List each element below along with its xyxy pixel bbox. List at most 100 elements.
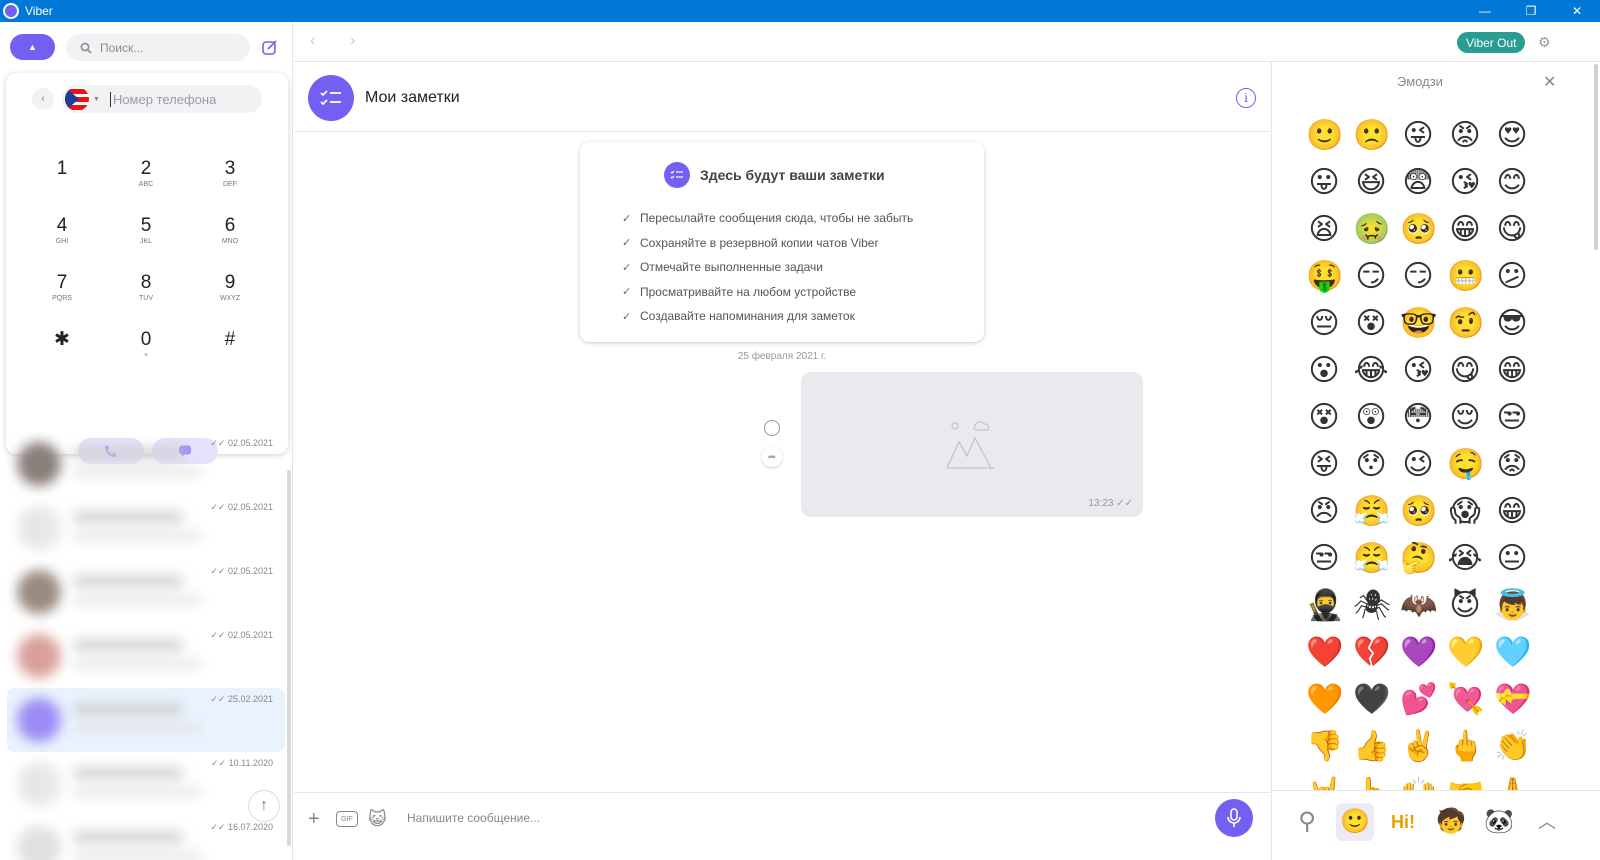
message-select-checkbox[interactable] xyxy=(764,420,780,436)
emoji-item[interactable]: 😬 xyxy=(1447,259,1484,295)
emoji-item[interactable]: 😏 xyxy=(1400,259,1436,295)
dial-key[interactable]: 7 PQRS xyxy=(20,272,104,322)
emoji-item[interactable]: 😏 xyxy=(1353,259,1389,295)
emoji-item[interactable]: 😌 xyxy=(1447,400,1483,436)
emoji-item[interactable]: 🙌 xyxy=(1400,776,1437,790)
emoji-item[interactable]: 👎 xyxy=(1306,729,1343,765)
emoji-item[interactable]: 😤 xyxy=(1353,494,1390,530)
emoji-item[interactable]: 🤔 xyxy=(1400,541,1437,577)
emoji-item[interactable]: 😘 xyxy=(1447,165,1483,201)
emoji-item[interactable]: 😮 xyxy=(1306,353,1342,389)
search-icon[interactable]: ⚲ xyxy=(1288,803,1326,841)
emoji-item[interactable]: 😨 xyxy=(1400,165,1436,201)
emoji-item[interactable]: 🥺 xyxy=(1400,212,1437,248)
emoji-item[interactable]: 😯 xyxy=(1353,447,1389,483)
emoji-item[interactable]: 😤 xyxy=(1353,541,1390,577)
emoji-item[interactable]: 💘 xyxy=(1447,682,1484,718)
compose-icon[interactable] xyxy=(260,38,280,58)
emoji-item[interactable]: 🤝 xyxy=(1447,776,1484,790)
chat-list-item[interactable]: ✓✓ 02.05.2021 xyxy=(7,496,285,560)
panda-sticker-tab[interactable]: 🐼 xyxy=(1480,803,1518,841)
emoji-item[interactable]: 😲 xyxy=(1353,400,1389,436)
emoji-item[interactable]: 🙁 xyxy=(1353,118,1390,154)
chat-list-item[interactable]: ✓✓ 02.05.2021 xyxy=(7,432,285,496)
emoji-item[interactable]: 😡 xyxy=(1447,118,1483,154)
emoji-item[interactable]: 😘 xyxy=(1400,353,1436,389)
dial-key[interactable]: 0 + xyxy=(104,329,188,379)
chat-list-item[interactable]: ✓✓ 02.05.2021 xyxy=(7,560,285,624)
emoji-item[interactable]: 🤤 xyxy=(1447,447,1484,483)
emoji-item[interactable]: ❤️ xyxy=(1306,635,1343,671)
more-button[interactable]: ▲ xyxy=(10,34,55,60)
emoji-item[interactable]: ✌️ xyxy=(1400,729,1437,765)
nav-back-icon[interactable]: ‹ xyxy=(310,32,315,50)
chat-list-item[interactable]: ✓✓ 10.11.2020 xyxy=(7,752,285,816)
search-input[interactable]: Поиск... xyxy=(66,34,250,61)
close-button[interactable]: ✕ xyxy=(1554,0,1600,22)
emoji-item[interactable]: 🕷 xyxy=(1353,588,1391,624)
emoji-item[interactable]: 🦇 xyxy=(1400,588,1437,624)
emoji-item[interactable]: 👏 xyxy=(1494,729,1531,765)
kid-sticker-tab[interactable]: 🧒 xyxy=(1432,803,1470,841)
emoji-item[interactable]: 😭 xyxy=(1447,541,1483,577)
chat-list-item[interactable]: ✓✓ 25.02.2021 xyxy=(7,688,285,752)
info-icon[interactable]: i xyxy=(1236,88,1256,108)
emoji-item[interactable]: 👆 xyxy=(1353,776,1390,790)
emoji-item[interactable]: 🤑 xyxy=(1306,259,1343,295)
dial-key[interactable]: 5 JKL xyxy=(104,215,188,265)
emoji-item[interactable]: 😜 xyxy=(1400,118,1436,154)
plus-icon[interactable]: + xyxy=(308,808,320,831)
sticker-icon[interactable]: 😺 xyxy=(368,809,387,830)
chat-list-scrollbar[interactable] xyxy=(287,470,291,846)
message-input[interactable]: Напишите сообщение... xyxy=(407,811,540,825)
emoji-item[interactable]: 🖕 xyxy=(1447,729,1484,765)
emoji-item[interactable]: 😒 xyxy=(1494,400,1530,436)
dial-key[interactable]: 9 WXYZ xyxy=(188,272,272,322)
emoji-item[interactable]: 💕 xyxy=(1400,682,1437,718)
microphone-button[interactable] xyxy=(1215,799,1253,837)
emoji-item[interactable]: 😵 xyxy=(1306,400,1342,436)
country-dropdown-icon[interactable]: ▼ xyxy=(93,96,100,103)
dial-key[interactable]: 2 ABC xyxy=(104,158,188,208)
emoji-item[interactable]: 👼 xyxy=(1494,588,1531,624)
emoji-item[interactable]: 🤓 xyxy=(1400,306,1437,342)
emoji-item[interactable]: 😛 xyxy=(1306,165,1342,201)
emoji-item[interactable]: 🤘 xyxy=(1306,776,1343,790)
dial-key[interactable]: 4 GHI xyxy=(20,215,104,265)
emoji-item[interactable]: 😔 xyxy=(1306,306,1342,342)
emoji-item[interactable]: 💛 xyxy=(1447,635,1484,671)
hi-sticker-tab[interactable]: Hi! xyxy=(1384,803,1422,841)
chat-list-item[interactable]: ✓✓ 16.07.2020 xyxy=(7,816,285,860)
emoji-item[interactable]: 😟 xyxy=(1494,447,1530,483)
emoji-item[interactable]: 💝 xyxy=(1494,682,1531,718)
scroll-to-top-button[interactable]: ↑ xyxy=(248,790,280,822)
emoji-item[interactable]: 😕 xyxy=(1494,259,1530,295)
emoji-item[interactable]: 🤢 xyxy=(1353,212,1390,248)
emoji-item[interactable]: 😆 xyxy=(1353,165,1389,201)
dial-key[interactable]: # xyxy=(188,329,272,379)
emoji-item[interactable]: 🥺 xyxy=(1400,494,1437,530)
emoji-item[interactable]: 😂 xyxy=(1353,353,1389,389)
nav-forward-icon[interactable]: › xyxy=(350,32,355,50)
emoji-item[interactable]: 😋 xyxy=(1447,353,1483,389)
emoji-item[interactable]: 🙏 xyxy=(1494,776,1531,790)
chat-list-item[interactable]: ✓✓ 02.05.2021 xyxy=(7,624,285,688)
dial-key[interactable]: 8 TUV xyxy=(104,272,188,322)
emoji-item[interactable]: 🙂 xyxy=(1306,118,1343,154)
emoji-tab[interactable]: 🙂 xyxy=(1336,803,1374,841)
emoji-item[interactable]: 💔 xyxy=(1353,635,1390,671)
emoji-item[interactable]: 💜 xyxy=(1400,635,1437,671)
emoji-item[interactable]: 😉 xyxy=(1400,447,1436,483)
maximize-button[interactable]: ❐ xyxy=(1508,0,1554,22)
emoji-item[interactable]: 😒 xyxy=(1306,541,1342,577)
gif-icon[interactable]: GIF xyxy=(336,811,358,827)
notes-avatar[interactable] xyxy=(308,75,354,121)
image-message[interactable]: 13:23 ✓✓ xyxy=(801,372,1143,517)
emoji-item[interactable]: 😳 xyxy=(1400,400,1436,436)
emoji-item[interactable]: 😵 xyxy=(1353,306,1389,342)
emoji-item[interactable]: 😐 xyxy=(1494,541,1530,577)
gear-icon[interactable]: ⚙ xyxy=(1538,34,1554,50)
emoji-item[interactable]: 😊 xyxy=(1494,165,1530,201)
emoji-item[interactable]: 😫 xyxy=(1306,212,1342,248)
viber-out-button[interactable]: Viber Out xyxy=(1457,32,1526,53)
